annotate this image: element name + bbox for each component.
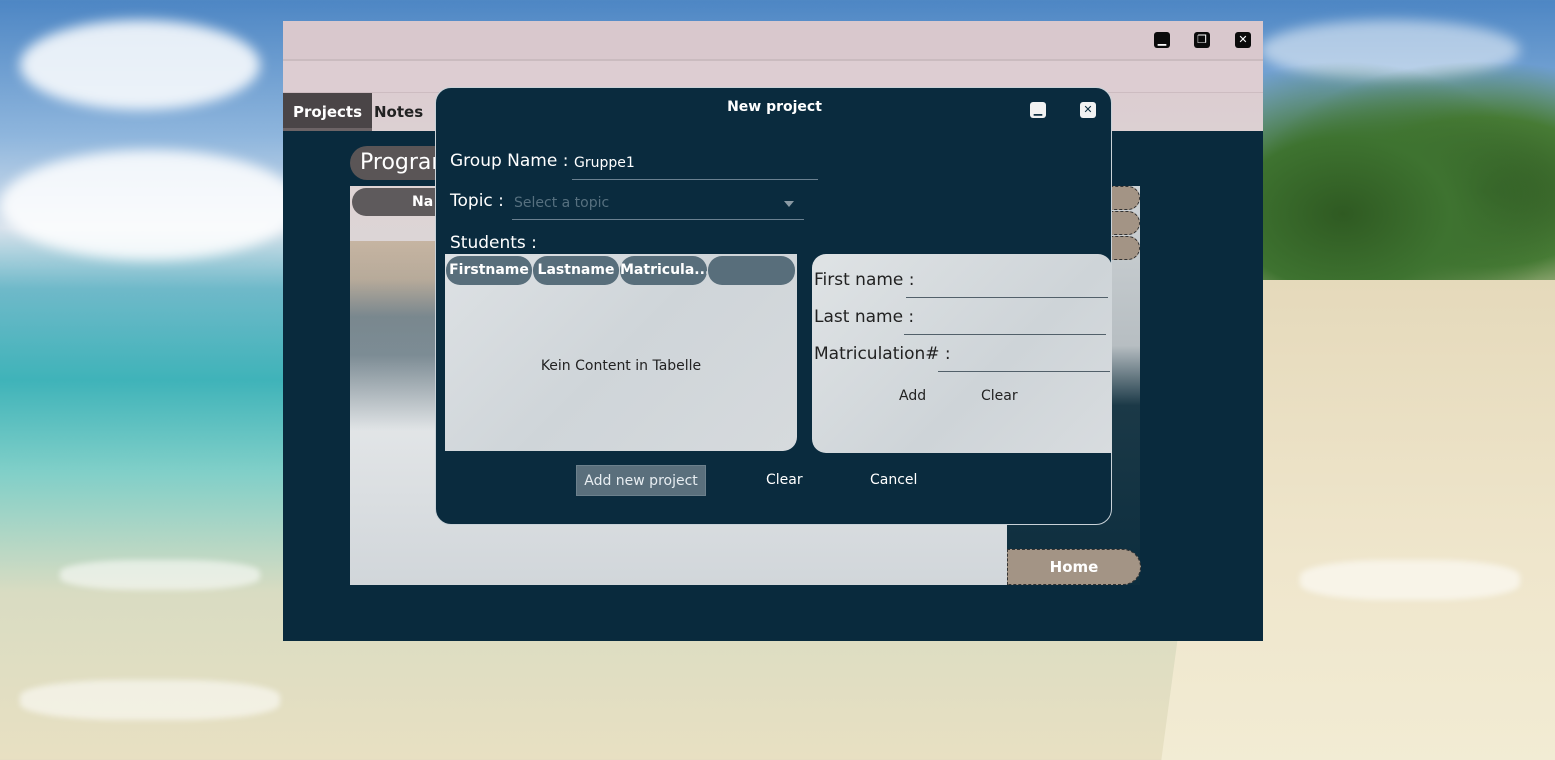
- students-label: Students :: [450, 233, 537, 253]
- close-icon[interactable]: ✕: [1080, 102, 1096, 118]
- matriculation-input[interactable]: [938, 371, 1110, 372]
- tab-projects[interactable]: Projects: [283, 93, 373, 131]
- wave-foam: [1300, 560, 1520, 600]
- minimize-icon[interactable]: ▁: [1154, 32, 1170, 48]
- clear-student-button[interactable]: Clear: [981, 388, 1018, 404]
- palm-trees: [1250, 60, 1555, 280]
- clear-button[interactable]: Clear: [766, 472, 803, 488]
- add-student-button[interactable]: Add: [899, 388, 926, 404]
- cancel-button[interactable]: Cancel: [870, 472, 917, 488]
- last-name-label: Last name :: [814, 307, 915, 327]
- topic-placeholder: Select a topic: [514, 195, 610, 211]
- title-bar: ▁ ❐ ✕: [283, 21, 1263, 59]
- restore-icon[interactable]: ❐: [1194, 32, 1210, 48]
- matriculation-label: Matriculation# :: [814, 344, 951, 364]
- group-name-label: Group Name :: [450, 151, 569, 171]
- dialog-title: New project: [727, 99, 822, 115]
- first-name-label: First name :: [814, 270, 915, 290]
- topic-label: Topic :: [450, 191, 504, 211]
- table-empty-message: Kein Content in Tabelle: [540, 358, 702, 374]
- wave-foam: [60, 560, 260, 590]
- column-header-empty[interactable]: [708, 256, 795, 285]
- last-name-input[interactable]: [904, 334, 1106, 335]
- new-project-dialog: New project ▁ ✕ Group Name : Gruppe1 Top…: [435, 87, 1112, 525]
- close-icon[interactable]: ✕: [1235, 32, 1251, 48]
- minimize-icon[interactable]: ▁: [1030, 102, 1046, 118]
- wave-foam: [20, 680, 280, 720]
- home-button[interactable]: Home: [1007, 549, 1141, 585]
- column-header-firstname[interactable]: Firstname: [446, 256, 532, 285]
- cloud: [20, 20, 260, 110]
- student-form: First name : Last name : Matriculation# …: [812, 254, 1112, 453]
- tab-notes[interactable]: Notes: [364, 93, 433, 131]
- add-new-project-button[interactable]: Add new project: [576, 465, 706, 496]
- chevron-down-icon: [784, 201, 794, 207]
- column-header-matriculation[interactable]: Matricula...: [620, 256, 707, 285]
- cloud: [0, 150, 300, 260]
- group-name-input[interactable]: Gruppe1: [572, 150, 818, 180]
- column-header-lastname[interactable]: Lastname: [533, 256, 619, 285]
- students-table: Firstname Lastname Matricula... Kein Con…: [445, 254, 797, 451]
- topic-select[interactable]: Select a topic: [512, 190, 804, 220]
- first-name-input[interactable]: [906, 297, 1108, 298]
